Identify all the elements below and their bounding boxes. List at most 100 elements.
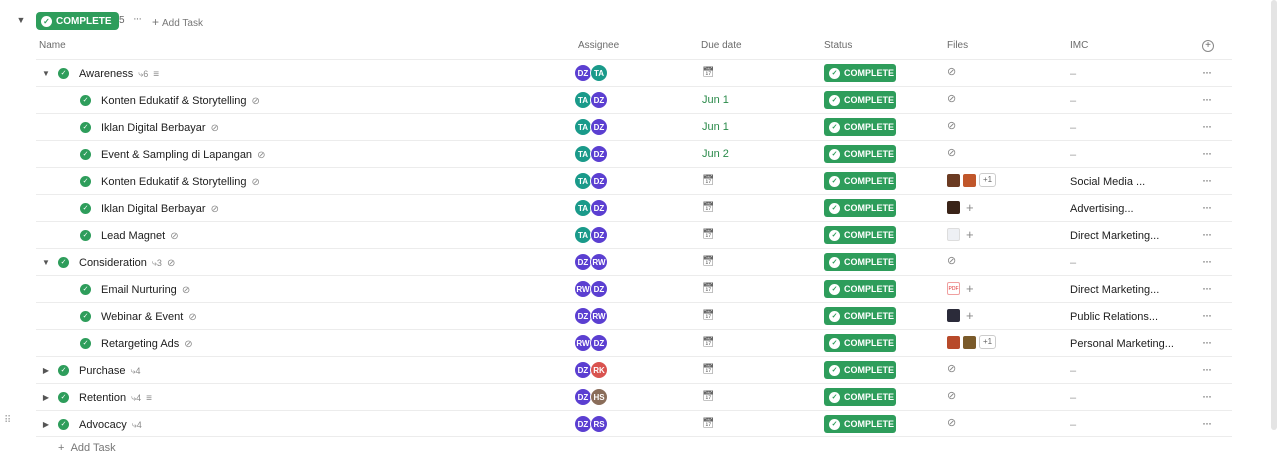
- assignee-avatars[interactable]: DZ HS: [574, 388, 608, 406]
- files-cell[interactable]: +: [947, 227, 974, 242]
- attachment-icon[interactable]: ⊘: [211, 123, 219, 134]
- image-file-thumbnail[interactable]: [963, 173, 976, 187]
- task-row[interactable]: ✓ Event & Sampling di Lapangan ⊘ TA DZ Jun 2 ✓…: [36, 140, 1232, 167]
- row-more-icon[interactable]: ···: [1202, 362, 1212, 376]
- task-name[interactable]: Awareness ⤷6 ≡: [79, 68, 159, 80]
- row-more-icon[interactable]: ···: [1202, 119, 1212, 133]
- status-badge[interactable]: ✓ COMPLETE: [824, 334, 896, 352]
- task-name[interactable]: Konten Edukatif & Storytelling ⊘: [101, 95, 260, 107]
- imc-value[interactable]: Public Relations...: [1070, 311, 1158, 323]
- task-name-label[interactable]: Webinar & Event: [101, 311, 183, 323]
- task-name-label[interactable]: Konten Edukatif & Storytelling: [101, 95, 247, 107]
- status-badge[interactable]: ✓ COMPLETE: [824, 226, 896, 244]
- calendar-icon[interactable]: 📅︎: [702, 256, 715, 267]
- avatar[interactable]: DZ: [590, 172, 608, 190]
- task-complete-icon[interactable]: ✓: [80, 338, 91, 349]
- task-name[interactable]: Email Nurturing ⊘: [101, 284, 190, 296]
- due-date[interactable]: Jun 1: [702, 121, 729, 133]
- row-more-icon[interactable]: ···: [1202, 335, 1212, 349]
- pdf-file-thumbnail[interactable]: PDF: [947, 282, 960, 295]
- expand-icon[interactable]: ▶: [41, 393, 51, 403]
- more-files-badge[interactable]: +1: [979, 335, 997, 349]
- image-file-thumbnail[interactable]: [947, 173, 960, 187]
- column-header-imc[interactable]: IMC: [1070, 40, 1088, 54]
- column-header-status[interactable]: Status: [824, 40, 852, 54]
- task-complete-icon[interactable]: ✓: [80, 230, 91, 241]
- collapse-icon[interactable]: ▼: [41, 69, 51, 79]
- avatar[interactable]: DZ: [590, 118, 608, 136]
- status-badge[interactable]: ✓ COMPLETE: [824, 91, 896, 109]
- task-row[interactable]: ▶ ✓ Advocacy ⤷4 DZ RS 📅︎ ✓ COMPLETE ⊘ – ···: [36, 410, 1232, 437]
- task-complete-icon[interactable]: ✓: [58, 419, 69, 430]
- status-badge[interactable]: ✓ COMPLETE: [824, 388, 896, 406]
- calendar-icon[interactable]: 📅︎: [702, 310, 715, 321]
- task-name[interactable]: Purchase ⤷4: [79, 365, 141, 377]
- attachment-icon[interactable]: ⊘: [947, 254, 956, 267]
- group-add-task-button[interactable]: + Add Task: [152, 15, 203, 29]
- imc-value[interactable]: –: [1070, 392, 1076, 404]
- attachment-icon[interactable]: ⊘: [211, 204, 219, 215]
- image-file-thumbnail[interactable]: [947, 309, 960, 322]
- row-more-icon[interactable]: ···: [1202, 281, 1212, 295]
- row-more-icon[interactable]: ···: [1202, 389, 1212, 403]
- avatar[interactable]: DZ: [590, 145, 608, 163]
- avatar[interactable]: RW: [590, 307, 608, 325]
- status-badge[interactable]: ✓ COMPLETE: [824, 415, 896, 433]
- add-file-icon[interactable]: +: [966, 200, 974, 215]
- attachment-icon[interactable]: ⊘: [170, 231, 178, 242]
- task-complete-icon[interactable]: ✓: [58, 365, 69, 376]
- assignee-avatars[interactable]: TA DZ: [574, 145, 608, 163]
- task-row[interactable]: ▶ ✓ Retention ⤷4 ≡ DZ HS 📅︎ ✓ COMPLETE ⊘ – ···: [36, 383, 1232, 410]
- group-status-badge[interactable]: ✓ COMPLETE: [36, 12, 119, 30]
- status-badge[interactable]: ✓ COMPLETE: [824, 361, 896, 379]
- row-more-icon[interactable]: ···: [1202, 227, 1212, 241]
- status-badge[interactable]: ✓ COMPLETE: [824, 199, 896, 217]
- column-header-assignee[interactable]: Assignee: [578, 40, 619, 54]
- task-name[interactable]: Iklan Digital Berbayar ⊘: [101, 203, 219, 215]
- subtask-count[interactable]: ⤷4: [131, 393, 141, 404]
- column-header-due-date[interactable]: Due date: [701, 40, 742, 54]
- imc-value[interactable]: Direct Marketing...: [1070, 230, 1159, 242]
- add-file-icon[interactable]: +: [966, 308, 974, 323]
- attachment-icon[interactable]: ⊘: [947, 119, 956, 132]
- avatar[interactable]: DZ: [590, 226, 608, 244]
- files-cell[interactable]: +: [947, 200, 974, 215]
- avatar[interactable]: DZ: [590, 334, 608, 352]
- task-name[interactable]: Retargeting Ads ⊘: [101, 338, 193, 350]
- image-file-thumbnail[interactable]: [947, 228, 960, 241]
- attachment-icon[interactable]: ⊘: [184, 339, 192, 350]
- expand-icon[interactable]: ▶: [41, 366, 51, 376]
- due-date[interactable]: Jun 2: [702, 148, 729, 160]
- assignee-avatars[interactable]: DZ RS: [574, 415, 608, 433]
- attachment-icon[interactable]: ⊘: [188, 312, 196, 323]
- task-name-label[interactable]: Konten Edukatif & Storytelling: [101, 176, 247, 188]
- imc-value[interactable]: –: [1070, 149, 1076, 161]
- task-complete-icon[interactable]: ✓: [58, 392, 69, 403]
- group-more-icon[interactable]: ···: [133, 13, 142, 25]
- task-row[interactable]: ✓ Lead Magnet ⊘ TA DZ 📅︎ ✓ COMPLETE + Direct Mark…: [36, 221, 1232, 248]
- task-name-label[interactable]: Lead Magnet: [101, 230, 165, 242]
- task-name-label[interactable]: Consideration: [79, 257, 147, 269]
- row-more-icon[interactable]: ···: [1202, 254, 1212, 268]
- assignee-avatars[interactable]: DZ RW: [574, 253, 608, 271]
- row-more-icon[interactable]: ···: [1202, 173, 1212, 187]
- status-badge[interactable]: ✓ COMPLETE: [824, 118, 896, 136]
- row-more-icon[interactable]: ···: [1202, 65, 1212, 79]
- due-date[interactable]: Jun 1: [702, 94, 729, 106]
- row-more-icon[interactable]: ···: [1202, 92, 1212, 106]
- attachment-icon[interactable]: ⊘: [257, 150, 265, 161]
- expand-icon[interactable]: ▶: [41, 420, 51, 430]
- task-name-label[interactable]: Retention: [79, 392, 126, 404]
- imc-value[interactable]: –: [1070, 68, 1076, 80]
- add-task-button[interactable]: + Add Task: [58, 442, 116, 454]
- task-name[interactable]: Event & Sampling di Lapangan ⊘: [101, 149, 265, 161]
- task-name[interactable]: Lead Magnet ⊘: [101, 230, 179, 242]
- image-file-thumbnail[interactable]: [963, 335, 976, 349]
- files-cell[interactable]: ⊘: [947, 389, 956, 402]
- files-cell[interactable]: +1: [947, 173, 997, 187]
- task-name-label[interactable]: Purchase: [79, 365, 125, 377]
- avatar[interactable]: DZ: [590, 199, 608, 217]
- avatar[interactable]: HS: [590, 388, 608, 406]
- files-cell[interactable]: ⊘: [947, 146, 956, 159]
- attachment-icon[interactable]: ⊘: [947, 65, 956, 78]
